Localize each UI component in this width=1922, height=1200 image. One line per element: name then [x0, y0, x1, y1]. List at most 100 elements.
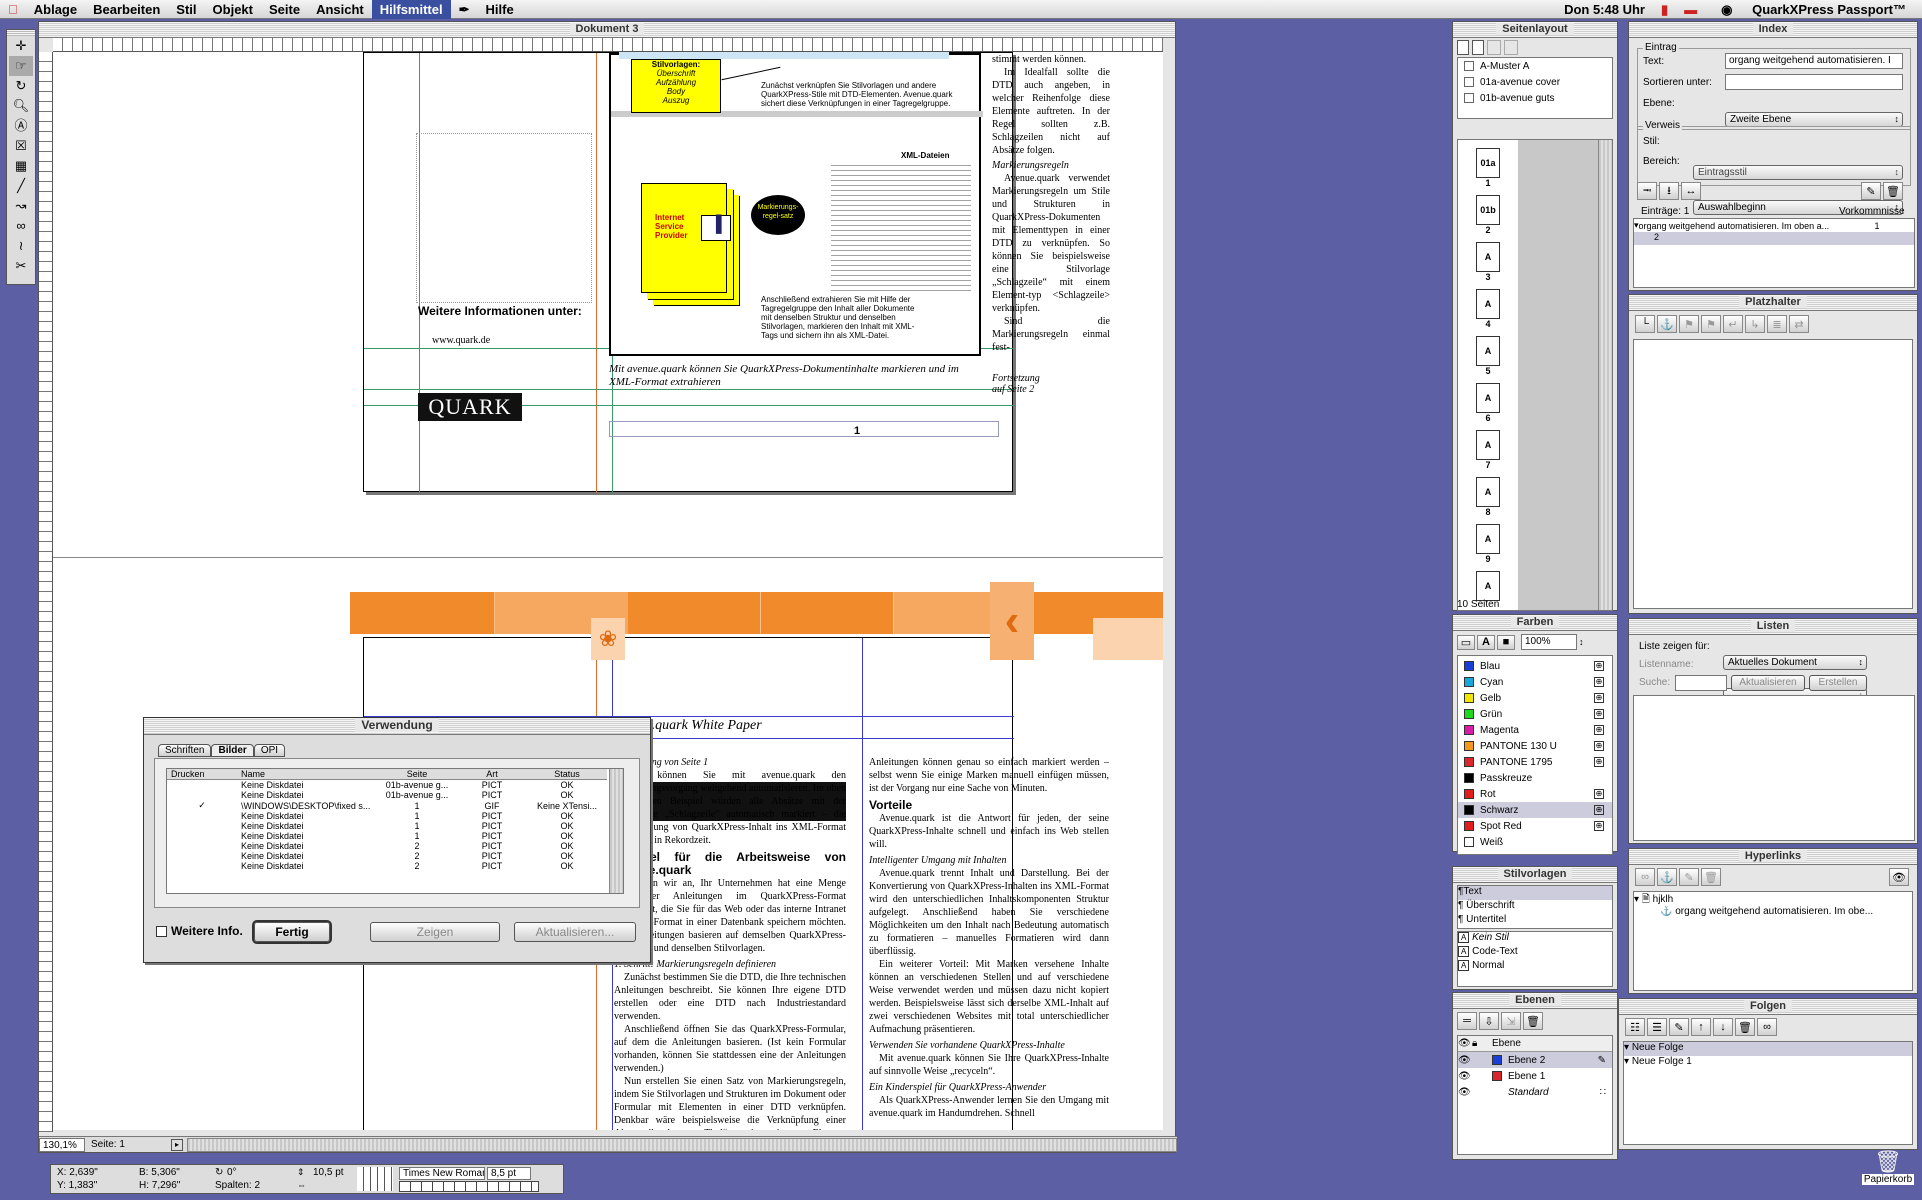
menu-hilfsmittel[interactable]: Hilfsmittel — [371, 0, 451, 19]
placeholder-tool-6-icon[interactable]: ↳ — [1745, 315, 1765, 333]
sort-field[interactable] — [1725, 74, 1903, 90]
sequence-item[interactable]: ▾ Neue Folge — [1624, 1042, 1912, 1056]
seitenlayout-titlebar[interactable]: Seitenlayout — [1453, 22, 1617, 38]
para-style-item[interactable]: ¶ Untertitel — [1458, 914, 1612, 928]
color-item[interactable]: Passkreuze — [1458, 770, 1612, 786]
ebenen-titlebar[interactable]: Ebenen — [1453, 993, 1617, 1009]
show-hyperlinks-icon[interactable]: 👁︎ — [1889, 868, 1909, 886]
page-thumbnail[interactable]: A3 — [1458, 242, 1518, 289]
fertig-button[interactable]: Fertig — [254, 922, 330, 942]
shade-field[interactable]: 100% — [1521, 634, 1577, 650]
list-search-field[interactable] — [1675, 675, 1727, 691]
table-row[interactable]: Keine Diskdatei 1 PICT OK — [167, 821, 607, 831]
menu-objekt[interactable]: Objekt — [205, 0, 261, 19]
tab-opi[interactable]: OPI — [253, 744, 286, 757]
menu-hilfe[interactable]: Hilfe — [478, 0, 522, 19]
pasteboard[interactable]: Weitere Informationen unter: www.quark.d… — [53, 52, 1163, 1130]
facing-page-icon[interactable] — [1472, 40, 1484, 55]
aktualisieren-button[interactable]: Aktualisieren... — [514, 922, 636, 942]
delete-sequence-icon[interactable]: 🗑︎ — [1735, 1018, 1755, 1036]
level-select[interactable]: Zweite Ebene — [1725, 112, 1903, 127]
orange-banner[interactable] — [350, 592, 1163, 634]
page-scrollbar[interactable] — [1598, 140, 1612, 610]
zoom-tool-icon[interactable]: 🔍︎ — [13, 96, 30, 116]
eye-icon[interactable]: 👁︎ — [1458, 1071, 1472, 1082]
move-item-layer-icon[interactable]: ⇩ — [1479, 1012, 1499, 1030]
new-layer-icon[interactable]: ═ — [1457, 1012, 1477, 1030]
zoom-field[interactable]: 130,1% — [39, 1137, 85, 1152]
verwendung-titlebar[interactable]: Verwendung — [144, 718, 650, 735]
background-color-icon[interactable]: ■ — [1497, 634, 1515, 650]
page-indicator[interactable]: Seite: 1 — [91, 1139, 171, 1150]
page-thumbnail[interactable]: 01b 2 — [1458, 195, 1518, 242]
new-sequence-icon[interactable]: ☷ — [1625, 1018, 1645, 1036]
banner-image-2[interactable]: ‹ — [990, 582, 1034, 660]
platzhalter-titlebar[interactable]: Platzhalter — [1629, 295, 1917, 311]
master-item[interactable]: A-Muster A — [1458, 58, 1612, 74]
hyperlink-item[interactable]: ▾ 🗎︎ hjklh — [1634, 892, 1912, 906]
color-item[interactable]: Gelb ⊕ — [1458, 690, 1612, 706]
measure-x[interactable]: X: 2,639" — [57, 1167, 98, 1178]
master-item[interactable]: 01a-avenue cover — [1458, 74, 1612, 90]
quark-logo[interactable]: QUARK — [418, 393, 522, 421]
measure-b[interactable]: B: 5,306" — [139, 1167, 180, 1178]
text-box-tool-icon[interactable]: Ⓐ — [14, 116, 27, 136]
color-item[interactable]: Schwarz ⊕ — [1458, 802, 1612, 818]
frame-color-icon[interactable]: ▭ — [1457, 634, 1475, 650]
more-info-heading[interactable]: Weitere Informationen unter: — [418, 305, 598, 317]
listen-titlebar[interactable]: Listen — [1629, 619, 1917, 635]
add-entry-icon[interactable]: ⭲ — [1637, 182, 1657, 200]
placeholder-list[interactable] — [1633, 339, 1913, 609]
col-seite[interactable]: Seite — [377, 769, 457, 780]
layer-row[interactable]: 👁︎ Standard ∷ — [1458, 1084, 1612, 1100]
color-item[interactable]: Grün ⊕ — [1458, 706, 1612, 722]
menu-ablage[interactable]: Ablage — [26, 0, 85, 19]
color-item[interactable]: PANTONE 1795 ⊕ — [1458, 754, 1612, 770]
new-hyperlink-icon[interactable]: ∞ — [1635, 868, 1655, 886]
font-size-field[interactable]: 8,5 pt — [487, 1167, 531, 1180]
upper-right-column[interactable]: stimmt werden können. Im Idealfall sollt… — [992, 53, 1110, 353]
page-thumbnail[interactable]: A4 — [1458, 289, 1518, 336]
page-thumbnails[interactable]: 01a 1 01b 2 A 3 A 4 A 5 A 6 A 7 A 8 A 9 A — [1457, 139, 1613, 611]
find-entry-icon[interactable]: ↔ — [1681, 182, 1701, 200]
type-style-buttons[interactable] — [399, 1181, 539, 1192]
script-menu-icon[interactable]: ✒ — [451, 0, 478, 19]
menu-seite[interactable]: Seite — [261, 0, 308, 19]
style-select[interactable]: Eintragsstil — [1693, 165, 1903, 180]
col-drucken[interactable]: Drucken — [167, 769, 237, 780]
blank-page-icon[interactable] — [1457, 40, 1469, 55]
rotation-tool-icon[interactable]: ↻ — [16, 76, 27, 96]
page-thumbnail[interactable]: A9 — [1458, 524, 1518, 571]
horizontal-scrollbar[interactable] — [187, 1137, 1177, 1152]
measure-leading[interactable]: 10,5 pt — [313, 1167, 344, 1178]
picture-box-tool-icon[interactable]: ☒ — [15, 136, 27, 156]
placeholder-tool-7-icon[interactable]: ≣ — [1767, 315, 1787, 333]
tab-bilder[interactable]: Bilder — [211, 744, 254, 757]
char-style-item[interactable]: A Code-Text — [1458, 946, 1612, 960]
color-item[interactable]: Cyan ⊕ — [1458, 674, 1612, 690]
lower-right-column[interactable]: Anleitungen können genau so einfach mark… — [869, 756, 1109, 1130]
quark-url[interactable]: www.quark.de — [432, 335, 490, 346]
vertical-ruler[interactable] — [39, 52, 53, 1132]
hyperlink-anchor-item[interactable]: ⚓ organg weitgehend automatisieren. Im o… — [1634, 906, 1912, 920]
link-sequence-icon[interactable]: ∞ — [1757, 1018, 1777, 1036]
horizontal-ruler[interactable] — [53, 38, 1163, 52]
measure-cols[interactable]: Spalten: 2 — [215, 1180, 260, 1191]
duplicate-page-icon[interactable] — [1487, 40, 1501, 55]
figure-caption[interactable]: Mit avenue.quark können Sie QuarkXPress-… — [609, 363, 981, 389]
color-item[interactable]: PANTONE 130 U ⊕ — [1458, 738, 1612, 754]
merge-layers-icon[interactable]: ⇲ — [1501, 1012, 1521, 1030]
new-anchor-icon[interactable]: ⚓ — [1657, 868, 1677, 886]
update-list-button[interactable]: Aktualisieren — [1731, 675, 1805, 691]
index-titlebar[interactable]: Index — [1629, 22, 1917, 38]
line-tool-icon[interactable]: ╱ — [17, 176, 25, 196]
delete-page-icon[interactable] — [1504, 40, 1518, 55]
placeholder-tool-1-icon[interactable]: └ — [1635, 315, 1655, 333]
move-down-icon[interactable]: ↓ — [1713, 1018, 1733, 1036]
linking-tool-icon[interactable]: ∞ — [16, 216, 25, 236]
list-content[interactable] — [1633, 695, 1915, 841]
scissors-tool-icon[interactable]: ✂ — [16, 256, 27, 276]
expand-triangle-icon[interactable]: ▾ — [1624, 1056, 1629, 1067]
placeholder-tool-5-icon[interactable]: ↵ — [1723, 315, 1743, 333]
move-up-icon[interactable]: ↑ — [1691, 1018, 1711, 1036]
